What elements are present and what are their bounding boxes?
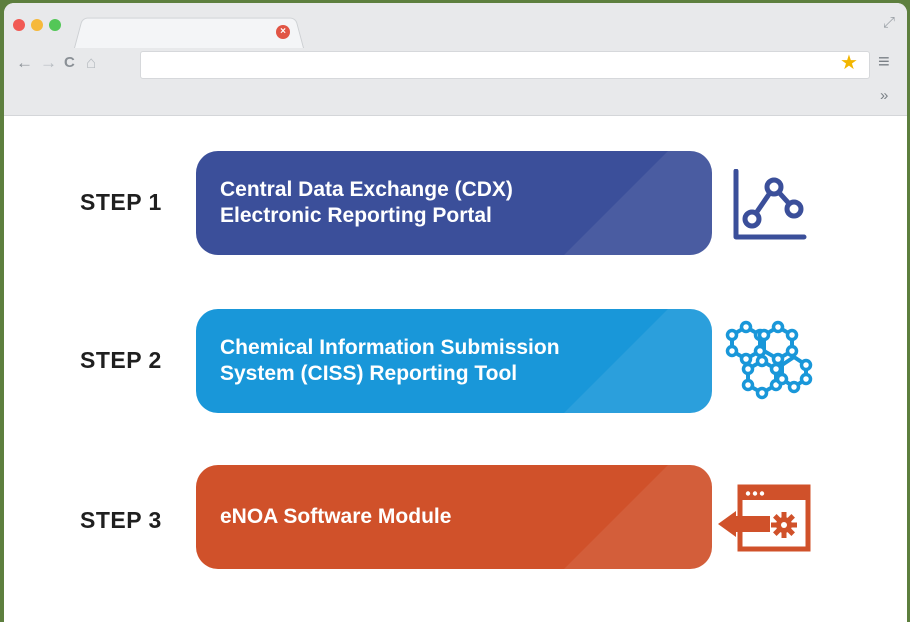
back-arrow-icon[interactable]: ← (16, 53, 33, 73)
chart-icon (732, 168, 808, 248)
browser-window: × ⤢ ← → C ⌂ ★ ≡ » STEP 1 Central Data Ex… (4, 3, 907, 622)
step-2-text: Chemical Information Submission System (… (220, 336, 560, 385)
step-2-label: STEP 2 (80, 347, 162, 373)
step-1-label: STEP 1 (80, 189, 162, 215)
reload-icon[interactable]: C (64, 53, 75, 73)
maximize-window-button[interactable] (49, 19, 61, 31)
step-3-box: eNOA Software Module (196, 465, 712, 569)
menu-icon[interactable]: ≡ (878, 51, 890, 73)
home-icon[interactable]: ⌂ (86, 53, 96, 73)
overflow-chevron-icon[interactable]: » (880, 87, 888, 104)
expand-icon[interactable]: ⤢ (883, 14, 895, 31)
browser-tab[interactable] (74, 17, 304, 48)
step-1-box: Central Data Exchange (CDX) Electronic R… (196, 151, 712, 255)
bookmark-star-icon[interactable]: ★ (840, 52, 858, 74)
software-module-icon (716, 483, 812, 560)
tab-close-icon[interactable]: × (276, 25, 290, 39)
forward-arrow-icon[interactable]: → (40, 53, 57, 73)
step-1-text: Central Data Exchange (CDX) Electronic R… (220, 178, 513, 227)
step-3-text: eNOA Software Module (220, 505, 452, 528)
close-window-button[interactable] (13, 19, 25, 31)
minimize-window-button[interactable] (31, 19, 43, 31)
step-3-label: STEP 3 (80, 507, 162, 533)
browser-toolbar: × ⤢ ← → C ⌂ ★ ≡ » (4, 3, 907, 116)
step-2-box: Chemical Information Submission System (… (196, 309, 712, 413)
molecule-network-icon (722, 317, 814, 414)
address-bar[interactable] (140, 51, 870, 79)
